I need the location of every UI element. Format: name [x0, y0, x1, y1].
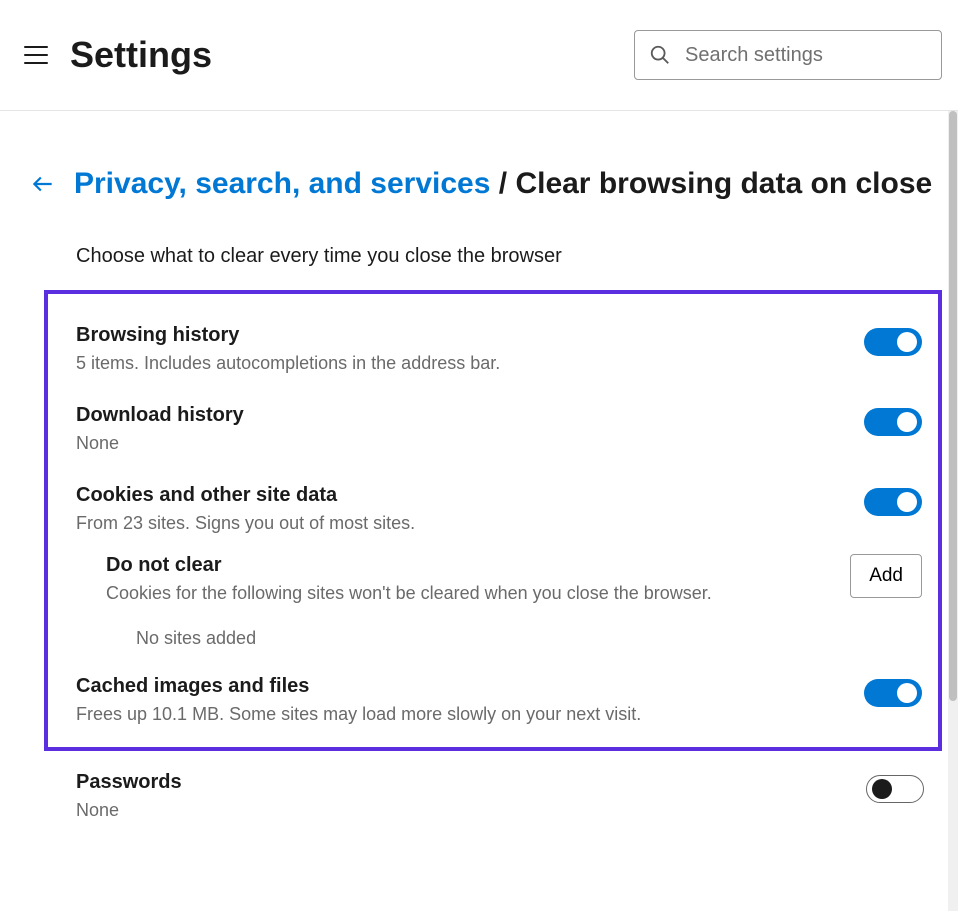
- do-not-clear-desc: Cookies for the following sites won't be…: [106, 583, 712, 604]
- back-arrow-icon[interactable]: [30, 170, 58, 198]
- highlighted-settings-group: Browsing history 5 items. Includes autoc…: [44, 290, 942, 751]
- setting-row-cookies: Cookies and other site data From 23 site…: [76, 478, 922, 550]
- setting-title: Browsing history: [76, 324, 864, 347]
- setting-desc: Frees up 10.1 MB. Some sites may load mo…: [76, 704, 864, 725]
- add-button[interactable]: Add: [850, 554, 922, 598]
- setting-desc: 5 items. Includes autocompletions in the…: [76, 353, 864, 374]
- setting-row-passwords: Passwords None: [30, 751, 942, 845]
- setting-row-cache: Cached images and files Frees up 10.1 MB…: [76, 669, 922, 733]
- intro-text: Choose what to clear every time you clos…: [76, 245, 942, 268]
- page-title: Settings: [70, 34, 634, 76]
- setting-title: Cached images and files: [76, 675, 864, 698]
- search-settings-box[interactable]: [634, 30, 942, 80]
- setting-desc: None: [76, 433, 864, 454]
- toggle-browsing-history[interactable]: [864, 328, 922, 356]
- toggle-passwords[interactable]: [866, 775, 924, 803]
- setting-row-download-history: Download history None: [76, 398, 922, 478]
- breadcrumb-current: Clear browsing data on close: [515, 167, 932, 200]
- search-icon: [649, 44, 671, 66]
- toggle-download-history[interactable]: [864, 408, 922, 436]
- do-not-clear-section: Do not clear Cookies for the following s…: [76, 554, 922, 659]
- breadcrumb: Privacy, search, and services / Clear br…: [74, 167, 932, 201]
- toggle-cookies[interactable]: [864, 488, 922, 516]
- setting-title: Download history: [76, 404, 864, 427]
- breadcrumb-separator: /: [499, 167, 507, 200]
- setting-title: Cookies and other site data: [76, 484, 864, 507]
- do-not-clear-title: Do not clear: [106, 554, 712, 577]
- content-scroll: Privacy, search, and services / Clear br…: [0, 111, 958, 911]
- breadcrumb-row: Privacy, search, and services / Clear br…: [30, 167, 942, 201]
- header-bar: Settings: [0, 0, 958, 111]
- setting-row-browsing-history: Browsing history 5 items. Includes autoc…: [76, 318, 922, 398]
- menu-icon[interactable]: [24, 46, 48, 64]
- setting-title: Passwords: [76, 771, 866, 794]
- do-not-clear-empty: No sites added: [106, 604, 922, 659]
- toggle-cache[interactable]: [864, 679, 922, 707]
- search-input[interactable]: [685, 44, 927, 67]
- breadcrumb-parent-link[interactable]: Privacy, search, and services: [74, 167, 490, 200]
- setting-desc: None: [76, 800, 866, 821]
- setting-desc: From 23 sites. Signs you out of most sit…: [76, 513, 864, 534]
